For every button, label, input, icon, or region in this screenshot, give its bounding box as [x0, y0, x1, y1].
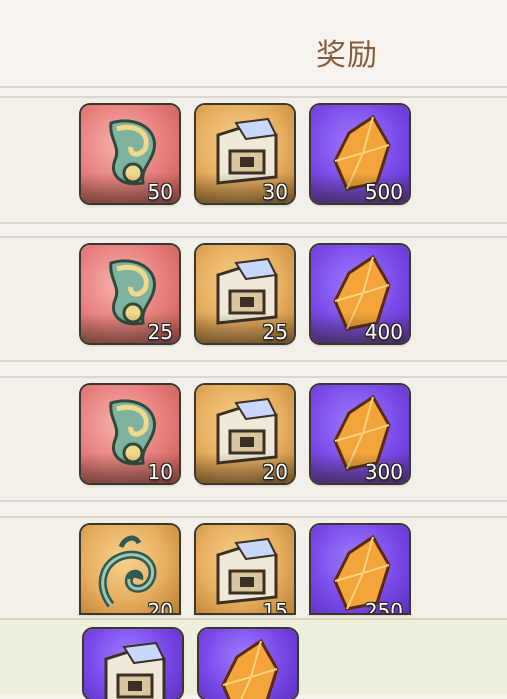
reward-item[interactable] [84, 629, 182, 699]
reward-item[interactable]: 50 [81, 105, 179, 203]
item-quantity: 10 [147, 460, 173, 483]
item-quantity: 300 [364, 460, 403, 483]
reward-item[interactable]: 500 [311, 105, 409, 203]
divider [0, 360, 507, 362]
reward-item[interactable]: 300 [311, 385, 409, 483]
item-quantity: 20 [262, 460, 288, 483]
reward-row: 25 25 400 [0, 238, 507, 360]
item-quantity: 400 [364, 320, 403, 343]
item-quantity: 30 [262, 180, 288, 203]
item-quantity: 15 [262, 599, 288, 613]
divider [0, 86, 507, 88]
divider [0, 500, 507, 502]
crystal-chest-icon [104, 641, 166, 699]
reward-item[interactable] [199, 629, 297, 699]
reward-row: 20 15 250 [0, 518, 507, 618]
item-quantity: 250 [364, 599, 403, 613]
page-title: 奖励 [316, 38, 378, 73]
reward-item[interactable]: 250 [311, 525, 409, 613]
reward-item[interactable]: 25 [81, 245, 179, 343]
amber-crystal-icon [221, 638, 279, 699]
reward-row: 10 20 300 [0, 378, 507, 500]
reward-item[interactable]: 20 [81, 525, 179, 613]
item-quantity: 20 [147, 599, 173, 613]
reward-item[interactable]: 25 [196, 245, 294, 343]
reward-row: 50 30 500 [0, 98, 507, 222]
item-quantity: 500 [364, 180, 403, 203]
divider [0, 222, 507, 224]
rewards-header: 奖励 [0, 0, 507, 86]
reward-item[interactable]: 30 [196, 105, 294, 203]
item-quantity: 50 [147, 180, 173, 203]
reward-item[interactable]: 20 [196, 385, 294, 483]
item-quantity: 25 [147, 320, 173, 343]
reward-item[interactable]: 400 [311, 245, 409, 343]
reward-item[interactable]: 15 [196, 525, 294, 613]
item-quantity: 25 [262, 320, 288, 343]
reward-item[interactable]: 10 [81, 385, 179, 483]
